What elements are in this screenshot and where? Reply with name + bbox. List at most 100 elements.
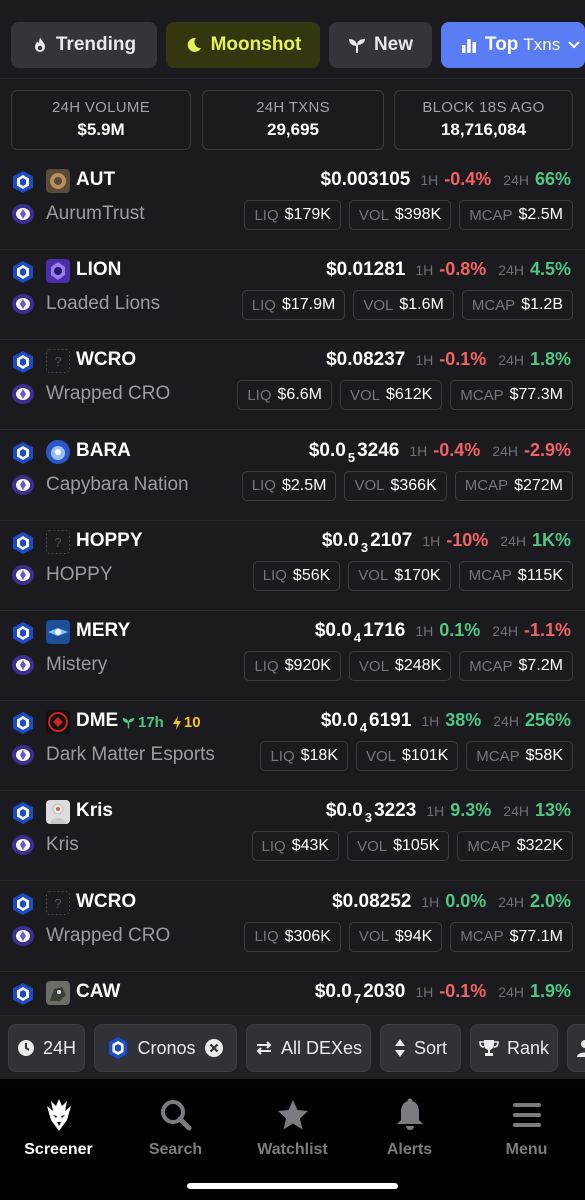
change-1h-value: 0.1% bbox=[439, 620, 481, 640]
tab-top-txns[interactable]: Top Txns bbox=[441, 22, 585, 68]
price-digits: 1716 bbox=[363, 620, 406, 641]
price-line: $0.0 4 1716 1H 0.1% 24H -1.1% bbox=[314, 620, 571, 645]
more-filter-button[interactable] bbox=[567, 1024, 585, 1072]
pair-row[interactable]: AUT AurumTrust $0.003105 1H -0.4% 24H 66% LIQ $1… bbox=[0, 160, 585, 250]
liquidity-chip: LIQ $306K bbox=[244, 921, 341, 952]
timeframe-filter[interactable]: 24H bbox=[8, 1024, 85, 1072]
rank-button[interactable]: Rank bbox=[470, 1024, 558, 1072]
price-line: $0.0 3 3223 1H 9.3% 24H 13% bbox=[326, 800, 571, 825]
chip-label: LIQ bbox=[270, 747, 295, 765]
cronos-chain-icon bbox=[11, 982, 35, 1006]
price-digits: 2030 bbox=[363, 980, 406, 1002]
change-24h-value: -1.1% bbox=[523, 620, 571, 640]
cronos-chain-icon bbox=[11, 170, 35, 194]
price-main: $0.0 bbox=[320, 710, 358, 732]
chip-label: MCAP bbox=[460, 386, 504, 404]
chain-filter[interactable]: Cronos bbox=[94, 1024, 237, 1072]
pair-row[interactable]: ? WCRO Wrapped CRO $0.08252 1H 0.0% 24H 2.0% LIQ… bbox=[0, 882, 585, 972]
chip-value: $94K bbox=[394, 927, 433, 945]
bara-token-icon bbox=[46, 439, 70, 464]
change-24h-label: 24H bbox=[500, 532, 526, 549]
pair-row[interactable]: ? HOPPY HOPPY $0.0 3 2107 1H -10% 24H 1K% LIQ $56K V… bbox=[0, 521, 585, 611]
chip-label: MCAP bbox=[476, 747, 520, 765]
chip-label: LIQ bbox=[254, 657, 279, 675]
nav-screener[interactable]: Screener bbox=[0, 1095, 117, 1159]
caw-token-icon bbox=[46, 980, 70, 1005]
chip-label: LIQ bbox=[262, 567, 287, 585]
change-24h-label: 24H bbox=[498, 983, 524, 1000]
chip-value: $920K bbox=[284, 657, 331, 674]
unknown-token-icon: ? bbox=[46, 349, 70, 374]
metric-chips: LIQ $17.9M VOL $1.6M MCAP $1.2B bbox=[241, 290, 573, 321]
home-indicator[interactable] bbox=[187, 1183, 398, 1189]
close-icon[interactable] bbox=[204, 1038, 224, 1058]
sort-button[interactable]: Sort bbox=[380, 1024, 461, 1072]
pair-row[interactable]: LION Loaded Lions $0.01281 1H -0.8% 24H 4.5% LI… bbox=[0, 250, 585, 341]
dex-icon bbox=[11, 293, 35, 315]
chip-label: VOL bbox=[366, 747, 397, 765]
token-name: Loaded Lions bbox=[46, 293, 161, 315]
metric-chips: LIQ $6.6M VOL $612K MCAP $77.3M bbox=[237, 380, 573, 411]
liquidity-chip: LIQ $2.5M bbox=[241, 470, 337, 501]
age-value: 17h bbox=[138, 714, 164, 732]
price-zero-count: 4 bbox=[353, 630, 362, 645]
change-1h-label: 1H bbox=[426, 803, 445, 820]
filter-bar: 24H Cronos All DEXes Sort Rank bbox=[0, 1015, 585, 1079]
nav-label: Screener bbox=[24, 1141, 93, 1158]
tab-moonshot[interactable]: Moonshot bbox=[166, 22, 320, 68]
nav-label: Alerts bbox=[386, 1141, 433, 1158]
pair-row[interactable]: Kris Kris $0.0 3 3223 1H 9.3% 24H 13% LIQ $43K VOL $… bbox=[0, 791, 585, 882]
token-symbol: CAW bbox=[76, 980, 121, 1002]
nav-alerts[interactable]: Alerts bbox=[351, 1095, 468, 1159]
token-price: $0.0 3 3223 bbox=[326, 800, 417, 825]
pair-list[interactable]: AUT AurumTrust $0.003105 1H -0.4% 24H 66% LIQ $1… bbox=[0, 160, 585, 1015]
timeframe-label: 24H bbox=[42, 1037, 77, 1058]
tab-new[interactable]: New bbox=[329, 22, 432, 68]
dex-filter[interactable]: All DEXes bbox=[246, 1024, 371, 1072]
token-price: $0.0 3 2107 bbox=[322, 529, 413, 555]
volume-chip: VOL $94K bbox=[348, 921, 443, 952]
price-main: $0.0 bbox=[314, 620, 352, 641]
nav-watchlist[interactable]: Watchlist bbox=[234, 1095, 351, 1159]
nav-search[interactable]: Search bbox=[117, 1095, 234, 1159]
tab-trending[interactable]: Trending bbox=[11, 22, 157, 68]
chip-value: $1.2B bbox=[521, 296, 563, 314]
pair-row[interactable]: BARA Capybara Nation $0.0 5 3246 1H -0.4% 24H -2… bbox=[0, 431, 585, 521]
svg-text:?: ? bbox=[54, 535, 61, 550]
token-name: Wrapped CRO bbox=[46, 383, 171, 405]
mery-token-icon bbox=[46, 620, 70, 644]
liquidity-chip: LIQ $179K bbox=[244, 200, 341, 230]
price-digits: 2107 bbox=[370, 529, 413, 551]
dex-icon bbox=[11, 654, 35, 676]
chevron-down-icon bbox=[568, 41, 580, 49]
volume-chip: VOL $105K bbox=[347, 831, 450, 862]
volume-chip: VOL $366K bbox=[344, 470, 447, 501]
cronos-chain-icon bbox=[11, 801, 35, 825]
moon-icon bbox=[187, 37, 201, 52]
change-24h-value: 1.8% bbox=[529, 349, 571, 370]
change-1h-label: 1H bbox=[421, 893, 440, 910]
token-price: $0.01281 bbox=[326, 259, 405, 281]
price-zero-count: 7 bbox=[353, 990, 362, 1006]
mcap-chip: MCAP $272M bbox=[454, 470, 573, 501]
chip-label: LIQ bbox=[251, 296, 276, 314]
price-zero-count: 4 bbox=[359, 720, 368, 736]
pair-row[interactable]: DME 17h 10 Dark Matter Esports $0.0 4 6191 1H 38… bbox=[0, 701, 585, 792]
chip-value: $43K bbox=[291, 837, 330, 855]
bar-chart-icon bbox=[462, 39, 476, 53]
pair-row[interactable]: MERY Mistery $0.0 4 1716 1H 0.1% 24H -1.1% LIQ $92… bbox=[0, 611, 585, 701]
chip-label: LIQ bbox=[254, 928, 279, 946]
token-price: $0.08237 bbox=[326, 349, 405, 371]
pair-row[interactable]: ? WCRO Wrapped CRO $0.08237 1H -0.1% 24H 1.8% LI… bbox=[0, 340, 585, 431]
kris-token-icon bbox=[46, 800, 70, 825]
pair-row[interactable]: CAW $0.0 7 2030 1H -0.1% 24H 1.9% bbox=[0, 972, 585, 1015]
chip-label: VOL bbox=[358, 206, 389, 224]
volume-chip: VOL $398K bbox=[348, 200, 452, 230]
change-1h-label: 1H bbox=[415, 623, 434, 639]
nav-menu[interactable]: Menu bbox=[468, 1095, 585, 1159]
metric-chips: LIQ $18K VOL $101K MCAP $58K bbox=[260, 741, 573, 772]
change-1h-label: 1H bbox=[422, 532, 441, 549]
stats-bar: 24H VOLUME $5.9M 24H TXNS 29,695 BLOCK 1… bbox=[0, 78, 585, 160]
stat-label: 24H VOLUME bbox=[51, 99, 151, 116]
volume-chip: VOL $170K bbox=[348, 560, 451, 591]
